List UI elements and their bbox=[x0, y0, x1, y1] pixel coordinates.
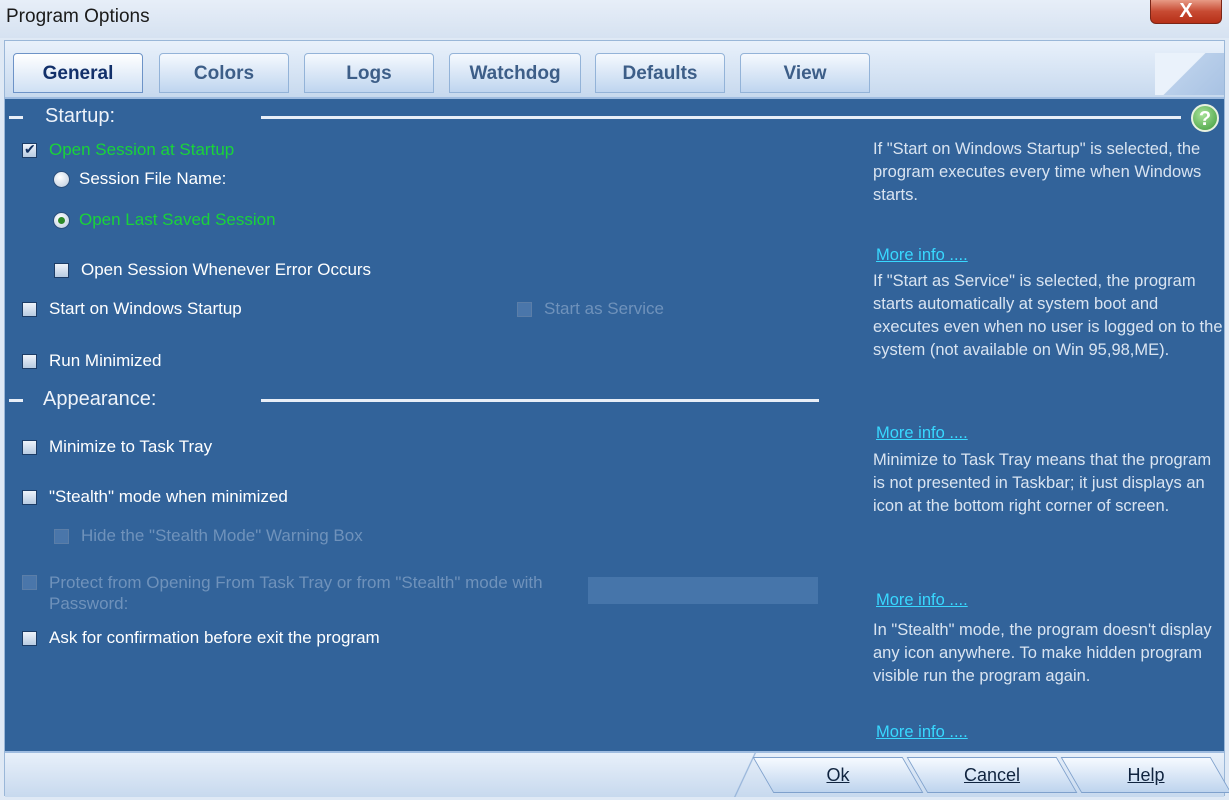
more-info-link-stealth[interactable]: More info .... bbox=[876, 723, 968, 742]
checkbox-box[interactable] bbox=[22, 141, 37, 158]
section-collapse-dash bbox=[9, 116, 23, 119]
start-service-checkbox[interactable]: Start as Service bbox=[517, 299, 664, 319]
tab-watchdog[interactable]: Watchdog bbox=[449, 53, 581, 93]
section-divider bbox=[261, 399, 819, 402]
option-label: Open Session Whenever Error Occurs bbox=[81, 260, 372, 279]
password-field[interactable] bbox=[588, 577, 818, 604]
radio-circle[interactable] bbox=[53, 170, 70, 188]
ok-label: Ok bbox=[826, 765, 850, 785]
ask-confirmation-checkbox[interactable]: Ask for confirmation before exit the pro… bbox=[22, 628, 380, 648]
service-info-text: If "Start as Service" is selected, the p… bbox=[873, 272, 1223, 359]
option-label: Start on Windows Startup bbox=[49, 299, 242, 318]
checkbox-box[interactable] bbox=[517, 301, 532, 317]
checkbox-box[interactable] bbox=[22, 630, 37, 646]
checkbox-box[interactable] bbox=[54, 528, 69, 544]
option-label: Minimize to Task Tray bbox=[49, 437, 213, 456]
section-collapse-dash bbox=[9, 399, 23, 402]
option-label: Protect from Opening From Task Tray or f… bbox=[49, 573, 543, 613]
option-label: Open Last Saved Session bbox=[79, 210, 276, 229]
minimize-tray-checkbox[interactable]: Minimize to Task Tray bbox=[22, 437, 212, 457]
stealth-mode-checkbox[interactable]: "Stealth" mode when minimized bbox=[22, 487, 288, 507]
close-icon: X bbox=[1179, 0, 1193, 22]
help-button[interactable]: Help bbox=[1060, 757, 1229, 793]
option-label: Hide the "Stealth Mode" Warning Box bbox=[81, 526, 363, 545]
radio-circle[interactable] bbox=[53, 211, 70, 229]
start-windows-checkbox[interactable]: Start on Windows Startup bbox=[22, 299, 242, 319]
appearance-section-title: Appearance: bbox=[43, 388, 157, 410]
more-info-link-startup[interactable]: More info .... bbox=[876, 246, 968, 265]
option-label: Run Minimized bbox=[49, 351, 162, 370]
checkbox-box[interactable] bbox=[22, 489, 37, 505]
open-session-checkbox[interactable]: Open Session at Startup bbox=[22, 140, 234, 160]
options-panel: General Colors Logs Watchdog Defaults Vi… bbox=[4, 40, 1229, 797]
window-title: Program Options bbox=[6, 6, 150, 27]
option-label: Session File Name: bbox=[79, 169, 227, 188]
tab-logs[interactable]: Logs bbox=[304, 53, 434, 93]
hide-stealth-warning-checkbox[interactable]: Hide the "Stealth Mode" Warning Box bbox=[54, 526, 363, 546]
cancel-label: Cancel bbox=[963, 765, 1021, 785]
more-info-link-tray[interactable]: More info .... bbox=[876, 591, 968, 610]
option-label: Open Session at Startup bbox=[49, 140, 235, 159]
stealth-info-text: In "Stealth" mode, the program doesn't d… bbox=[873, 621, 1212, 685]
tab-strip: General Colors Logs Watchdog Defaults Vi… bbox=[5, 41, 1224, 99]
button-bar: Ok Cancel Help bbox=[5, 751, 1229, 797]
tray-info-text: Minimize to Task Tray means that the pro… bbox=[873, 451, 1212, 515]
section-divider bbox=[261, 116, 1181, 119]
title-bar: Program Options X bbox=[0, 0, 1229, 38]
tab-general[interactable]: General bbox=[13, 53, 143, 93]
more-info-link-service[interactable]: More info .... bbox=[876, 424, 968, 443]
checkbox-box[interactable] bbox=[22, 301, 37, 317]
tab-view[interactable]: View bbox=[740, 53, 870, 93]
option-label: "Stealth" mode when minimized bbox=[49, 487, 288, 506]
help-label: Help bbox=[1127, 765, 1165, 785]
open-last-session-radio[interactable]: Open Last Saved Session bbox=[53, 210, 276, 230]
open-on-error-checkbox[interactable]: Open Session Whenever Error Occurs bbox=[54, 260, 371, 280]
tab-strip-end bbox=[1155, 53, 1224, 95]
option-label: Ask for confirmation before exit the pro… bbox=[49, 628, 380, 647]
startup-section-title: Startup: bbox=[45, 105, 116, 127]
tab-colors[interactable]: Colors bbox=[159, 53, 289, 93]
protect-password-checkbox[interactable]: Protect from Opening From Task Tray or f… bbox=[22, 572, 569, 614]
ok-button[interactable]: Ok bbox=[752, 757, 924, 793]
cancel-button[interactable]: Cancel bbox=[906, 757, 1078, 793]
checkbox-box[interactable] bbox=[54, 262, 69, 278]
checkbox-box[interactable] bbox=[22, 575, 37, 590]
help-icon[interactable]: ? bbox=[1191, 104, 1219, 132]
session-file-radio[interactable]: Session File Name: bbox=[53, 169, 226, 189]
startup-info-text: If "Start on Windows Startup" is selecte… bbox=[873, 140, 1202, 204]
close-button[interactable]: X bbox=[1150, 0, 1222, 24]
tab-defaults[interactable]: Defaults bbox=[595, 53, 725, 93]
run-minimized-checkbox[interactable]: Run Minimized bbox=[22, 351, 161, 371]
checkbox-box[interactable] bbox=[22, 439, 37, 455]
checkbox-box[interactable] bbox=[22, 353, 37, 369]
option-label: Start as Service bbox=[544, 299, 664, 318]
